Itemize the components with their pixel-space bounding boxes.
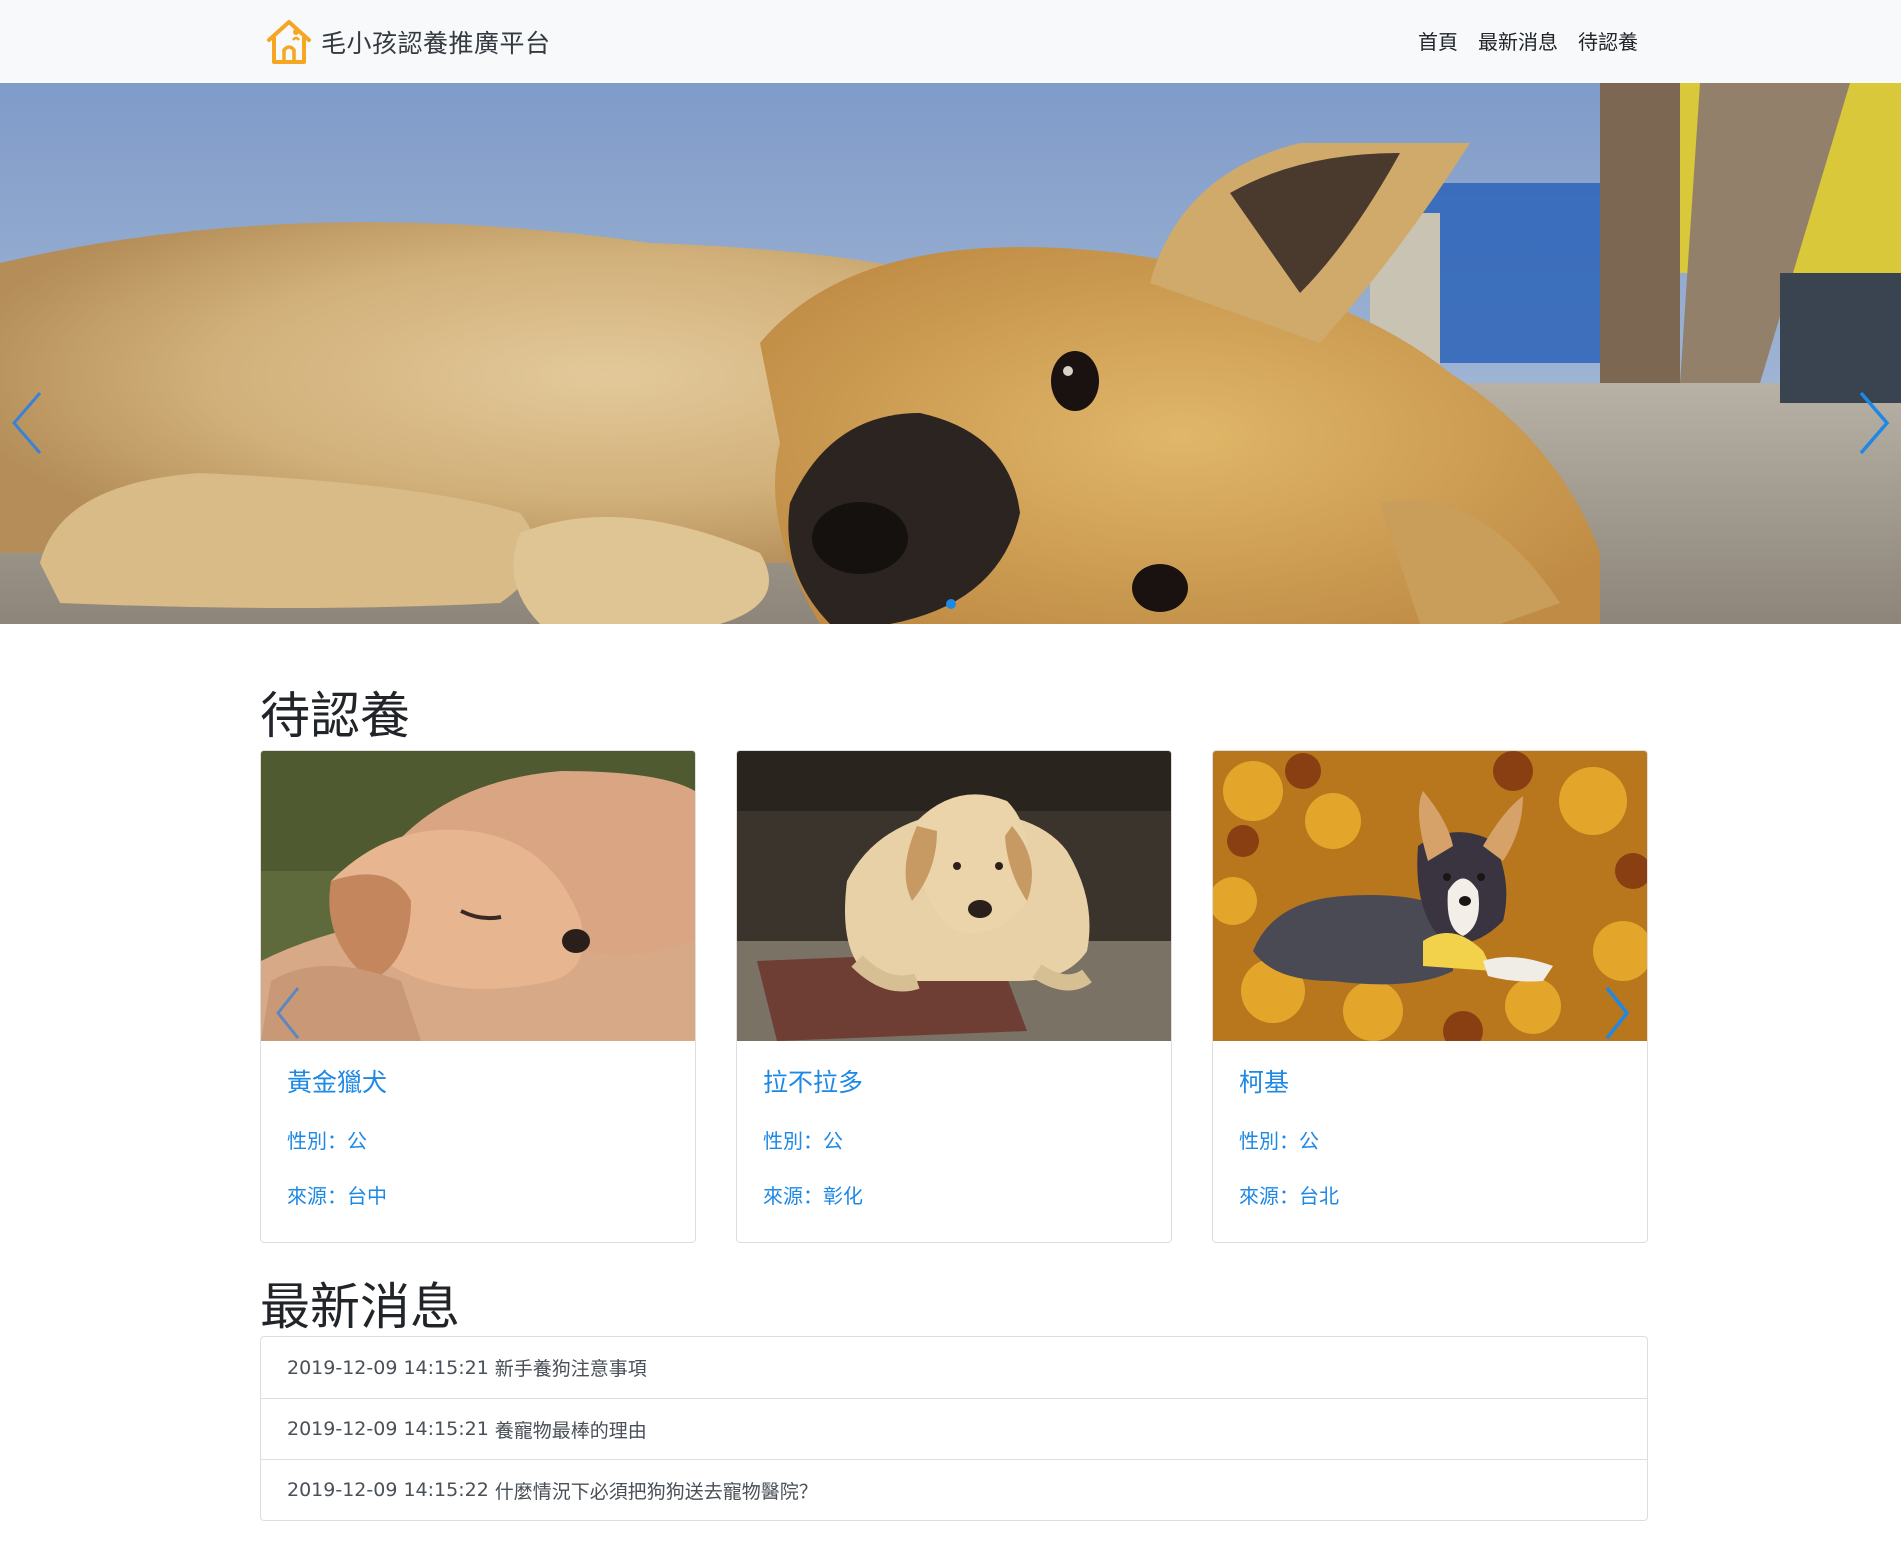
pet-source: 來源：台北: [1239, 1184, 1339, 1208]
hero-carousel: [0, 83, 1901, 624]
cards-next-button[interactable]: [1597, 982, 1637, 1044]
news-title[interactable]: 養寵物最棒的理由: [495, 1416, 647, 1443]
news-date: 2019-12-09 14:15:22: [287, 1479, 489, 1501]
news-title[interactable]: 新手養狗注意事項: [495, 1354, 647, 1381]
pet-name[interactable]: 拉不拉多: [763, 1063, 1145, 1099]
pet-name[interactable]: 黃金獵犬: [287, 1063, 669, 1099]
cards-prev-button[interactable]: [268, 982, 308, 1044]
pet-source: 來源：台中: [287, 1184, 387, 1208]
news-list: 2019-12-09 14:15:21 新手養狗注意事項 2019-12-09 …: [260, 1336, 1648, 1521]
news-item[interactable]: 2019-12-09 14:15:21 新手養狗注意事項: [261, 1337, 1647, 1398]
hero-dog-image: [0, 83, 1901, 624]
news-section-title: 最新消息: [260, 1278, 460, 1336]
pet-gender: 性別：公: [287, 1129, 367, 1153]
golden-retriever-photo: [261, 751, 695, 1041]
news-title[interactable]: 什麼情況下必須把狗狗送去寵物醫院？: [495, 1477, 818, 1504]
brand-title: 毛小孩認養推廣平台: [321, 29, 551, 58]
carousel-indicators: [0, 599, 1901, 609]
news-date: 2019-12-09 14:15:21: [287, 1418, 489, 1440]
pet-name[interactable]: 柯基: [1239, 1063, 1621, 1099]
nav-link-adopt[interactable]: 待認養: [1578, 26, 1638, 55]
chevron-left-icon: [276, 987, 300, 1039]
nav-links: 首頁 最新消息 待認養: [1398, 26, 1638, 55]
carousel-indicator-active[interactable]: [945, 599, 956, 609]
pet-gender: 性別：公: [1239, 1129, 1319, 1153]
pet-card[interactable]: 黃金獵犬 性別：公 來源：台中: [260, 750, 696, 1243]
news-item[interactable]: 2019-12-09 14:15:22 什麼情況下必須把狗狗送去寵物醫院？: [261, 1459, 1647, 1520]
house-logo-icon: [263, 16, 315, 68]
corgi-photo: [1213, 751, 1647, 1041]
carousel-next-button[interactable]: [1849, 383, 1899, 463]
pet-gender: 性別：公: [763, 1129, 843, 1153]
chevron-left-icon: [12, 392, 42, 454]
pet-card[interactable]: 柯基 性別：公 來源：台北: [1212, 750, 1648, 1243]
chevron-right-icon: [1605, 986, 1630, 1040]
labrador-photo: [737, 751, 1171, 1041]
adopt-cards: 黃金獵犬 性別：公 來源：台中 拉不拉多 性別：公 來源：彰化 柯基 性別：公 …: [260, 750, 1648, 1243]
adopt-section-title: 待認養: [260, 687, 410, 745]
news-date: 2019-12-09 14:15:21: [287, 1356, 489, 1379]
pet-card[interactable]: 拉不拉多 性別：公 來源：彰化: [736, 750, 1172, 1243]
navbar: 毛小孩認養推廣平台 首頁 最新消息 待認養: [0, 0, 1901, 83]
nav-link-home[interactable]: 首頁: [1418, 26, 1458, 55]
pet-source: 來源：彰化: [763, 1184, 863, 1208]
nav-link-news[interactable]: 最新消息: [1478, 26, 1558, 55]
news-item[interactable]: 2019-12-09 14:15:21 養寵物最棒的理由: [261, 1398, 1647, 1459]
brand-link[interactable]: 毛小孩認養推廣平台: [263, 14, 551, 70]
carousel-prev-button[interactable]: [2, 383, 52, 463]
chevron-right-icon: [1859, 391, 1890, 455]
